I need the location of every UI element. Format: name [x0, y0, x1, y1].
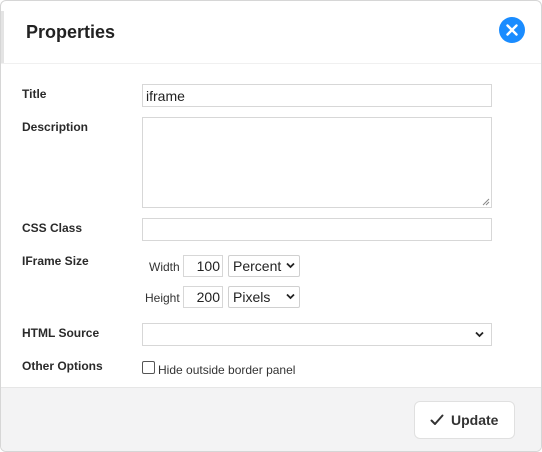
- css-class-label: CSS Class: [22, 221, 83, 235]
- properties-dialog: Properties Title Description CSS Class I…: [0, 0, 542, 452]
- height-input[interactable]: [183, 286, 223, 308]
- update-button[interactable]: Update: [414, 401, 515, 439]
- width-unit-select[interactable]: Percent: [228, 255, 300, 277]
- description-textarea[interactable]: [142, 117, 492, 208]
- title-label: Title: [22, 87, 47, 101]
- html-source-select[interactable]: [142, 323, 492, 346]
- description-label: Description: [22, 120, 89, 134]
- close-button[interactable]: [499, 17, 525, 43]
- width-unit-value: Percent: [233, 258, 282, 274]
- width-input[interactable]: [183, 255, 223, 277]
- dialog-header: Properties: [1, 1, 541, 63]
- header-divider: [1, 63, 541, 64]
- dialog-title: Properties: [26, 22, 116, 42]
- resize-grip-icon[interactable]: [481, 197, 490, 206]
- dialog-footer: Update: [1, 387, 541, 451]
- height-unit-select[interactable]: Pixels: [228, 286, 300, 308]
- height-label: Height: [145, 291, 180, 305]
- close-icon: [506, 24, 518, 36]
- width-label: Width: [149, 260, 180, 274]
- css-class-input[interactable]: [142, 218, 492, 241]
- hide-border-label[interactable]: Hide outside border panel: [158, 363, 295, 377]
- chevron-down-icon: [286, 262, 295, 269]
- other-options-label: Other Options: [22, 359, 103, 373]
- html-source-label: HTML Source: [22, 326, 100, 340]
- title-input[interactable]: [142, 84, 492, 107]
- chevron-down-icon: [286, 293, 295, 300]
- iframe-size-label: IFrame Size: [22, 254, 89, 268]
- hide-border-checkbox[interactable]: [142, 361, 155, 374]
- update-button-label: Update: [451, 412, 499, 428]
- height-unit-value: Pixels: [233, 289, 271, 305]
- chevron-down-icon: [475, 331, 484, 338]
- checkmark-icon: [430, 414, 444, 425]
